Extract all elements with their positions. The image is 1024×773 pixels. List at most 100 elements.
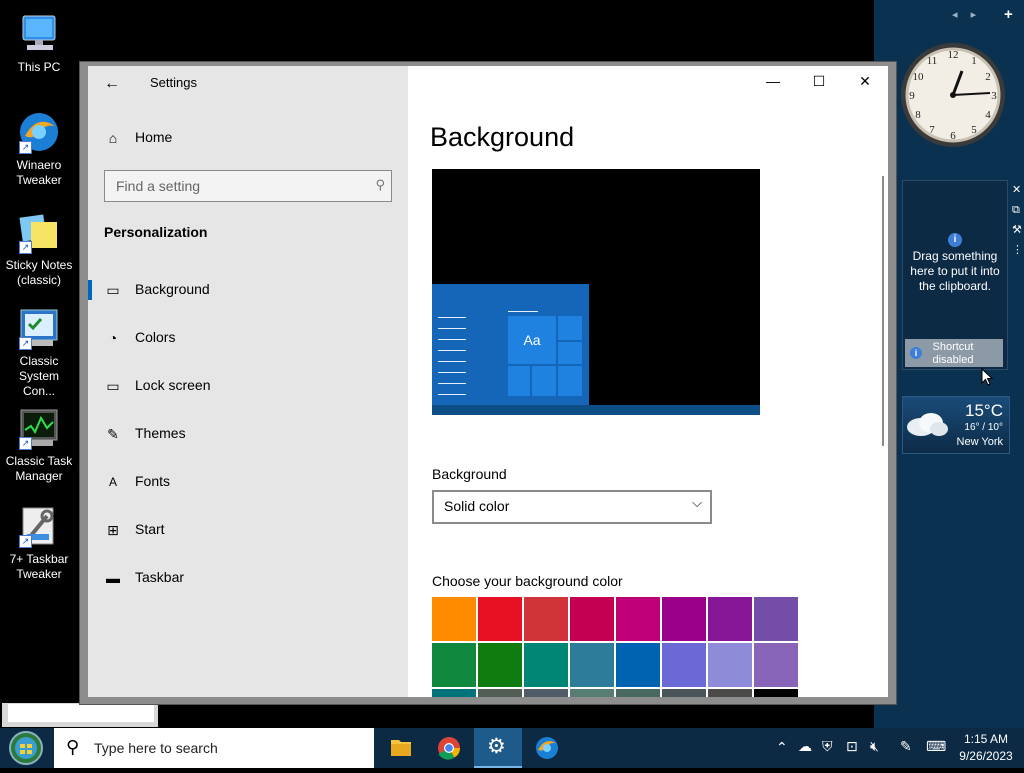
taskbar-clock[interactable]: 1:15 AM 9/26/2023 (952, 731, 1020, 765)
background-window-fragment (2, 703, 158, 727)
network-icon[interactable]: ⊡ (846, 738, 858, 755)
taskbar-winaero[interactable] (524, 728, 570, 768)
color-swatch[interactable] (616, 643, 660, 687)
gadget-next-button[interactable]: ▸ (971, 9, 977, 21)
volume-muted-icon[interactable]: 🔇︎ (870, 738, 879, 755)
start-button[interactable] (6, 730, 46, 766)
chevron-down-icon: ⌵ (692, 495, 702, 510)
home-icon: ⌂ (108, 130, 118, 146)
color-swatch[interactable] (478, 689, 522, 697)
color-swatch[interactable] (616, 597, 660, 641)
close-button[interactable]: ✕ (842, 66, 888, 96)
svg-text:7: 7 (929, 124, 935, 136)
color-swatch[interactable] (570, 643, 614, 687)
maximize-button[interactable]: ☐ (796, 66, 842, 96)
keyboard-icon[interactable]: ⌨ (926, 738, 946, 755)
nav-start[interactable]: ⊞ Start (88, 506, 408, 554)
weather-city: New York (956, 436, 1003, 448)
resize-icon[interactable]: ⧉ (1012, 200, 1024, 220)
color-swatch[interactable] (708, 689, 752, 697)
info-icon: i (948, 233, 962, 247)
add-gadget-button[interactable]: + (1004, 6, 1013, 23)
nav-taskbar[interactable]: ▬ Taskbar (88, 554, 408, 602)
gadget-prev-button[interactable]: ◂ (952, 9, 958, 21)
chevron-up-icon[interactable]: ⌃ (776, 739, 788, 756)
color-swatch[interactable] (524, 689, 568, 697)
desktop-icon-winaero[interactable]: ↗ Winaero Tweaker (2, 110, 76, 188)
color-swatch[interactable] (708, 643, 752, 687)
gadget-toolbar: ✕ ⧉ ⚒ ⋮ (1012, 180, 1024, 260)
maximize-icon: ☐ (812, 73, 826, 89)
color-swatch[interactable] (708, 597, 752, 641)
nav-background[interactable]: ▭ Background (88, 266, 408, 314)
scrollbar[interactable] (882, 176, 884, 446)
taskbar-file-explorer[interactable] (378, 728, 424, 768)
clipboard-gadget[interactable]: i Drag something here to put it into the… (902, 180, 1008, 370)
nav-themes[interactable]: ✎ Themes (88, 410, 408, 458)
taskbar-settings[interactable]: ⚙ (474, 728, 522, 768)
pen-icon[interactable]: ✎ (900, 738, 912, 755)
find-setting-search[interactable]: Find a setting ⚲ (104, 170, 392, 202)
taskbar-icon: ▬ (106, 570, 120, 586)
svg-text:6: 6 (950, 130, 956, 142)
task-manager-icon: ↗ (17, 406, 61, 450)
color-swatch[interactable] (570, 689, 614, 697)
clipboard-shortcut-status: i Shortcut disabled (905, 339, 1003, 367)
desktop-icon-control-panel[interactable]: ↗ Classic System Con... (2, 306, 76, 399)
color-swatch[interactable] (754, 643, 798, 687)
desktop-icon-sticky-notes[interactable]: ↗ Sticky Notes (classic) (2, 210, 76, 288)
nav-colors[interactable]: ◔ Colors (88, 314, 408, 362)
color-swatch[interactable] (662, 597, 706, 641)
color-swatch[interactable] (432, 643, 476, 687)
search-icon: ⚲ (375, 177, 385, 192)
wrench-icon[interactable]: ⚒ (1012, 220, 1024, 240)
weather-gadget[interactable]: 15°C 16° / 10° New York (902, 396, 1010, 454)
taskbar-date: 9/26/2023 (959, 749, 1013, 763)
sticky-notes-icon: ↗ (17, 210, 61, 254)
desktop-icon-taskbar-tweaker[interactable]: ↗ 7+ Taskbar Tweaker (2, 504, 76, 582)
preview-tile-large: Aa (508, 316, 556, 364)
nav-fonts[interactable]: A Fonts (88, 458, 408, 506)
color-swatch[interactable] (432, 597, 476, 641)
onedrive-icon[interactable]: ☁ (798, 738, 812, 755)
clock-gadget[interactable]: 12 1 2 345 678 9 10 11 (900, 36, 1006, 154)
color-swatch-grid (432, 597, 800, 697)
shortcut-arrow-icon: ↗ (19, 241, 32, 254)
drag-handle-icon[interactable]: ⋮ (1012, 240, 1024, 260)
picture-icon: ▭ (106, 282, 120, 298)
taskbar-search-box[interactable]: ⚲ Type here to search (54, 728, 374, 768)
gadget-nav: ◂ ▸ (952, 8, 986, 21)
color-swatch[interactable] (432, 689, 476, 697)
nav-home[interactable]: ⌂ Home (88, 114, 408, 162)
color-swatch[interactable] (662, 689, 706, 697)
svg-text:12: 12 (948, 49, 959, 61)
gear-icon: ⚙ (487, 735, 506, 758)
color-swatch[interactable] (478, 597, 522, 641)
desktop-icon-label: 7+ Taskbar Tweaker (9, 552, 69, 581)
minimize-button[interactable]: — (750, 66, 796, 96)
color-swatch[interactable] (616, 689, 660, 697)
color-swatch[interactable] (662, 643, 706, 687)
color-swatch[interactable] (754, 689, 798, 697)
search-input-placeholder: Find a setting (116, 178, 201, 194)
nav-lock-screen[interactable]: ▭ Lock screen (88, 362, 408, 410)
color-choice-label: Choose your background color (432, 573, 623, 589)
color-swatch[interactable] (570, 597, 614, 641)
color-swatch[interactable] (524, 643, 568, 687)
weather-temperature: 15°C (965, 401, 1003, 420)
taskbar-chrome[interactable] (426, 728, 472, 768)
svg-text:8: 8 (915, 109, 921, 121)
taskbar-tweaker-icon: ↗ (17, 504, 61, 548)
close-icon: ✕ (859, 73, 871, 89)
color-swatch[interactable] (754, 597, 798, 641)
background-type-dropdown[interactable]: Solid color ⌵ (432, 490, 712, 524)
close-icon[interactable]: ✕ (1012, 180, 1024, 200)
back-button[interactable]: ← (100, 72, 124, 96)
font-icon: A (108, 475, 117, 489)
desktop-icon-this-pc[interactable]: This PC (2, 12, 76, 75)
color-swatch[interactable] (524, 597, 568, 641)
color-swatch[interactable] (478, 643, 522, 687)
security-icon[interactable]: ⛨ (822, 738, 833, 755)
settings-window: ← Settings ⌂ Home Find a setting ⚲ Perso… (80, 62, 896, 704)
desktop-icon-task-manager[interactable]: ↗ Classic Task Manager (2, 406, 76, 484)
